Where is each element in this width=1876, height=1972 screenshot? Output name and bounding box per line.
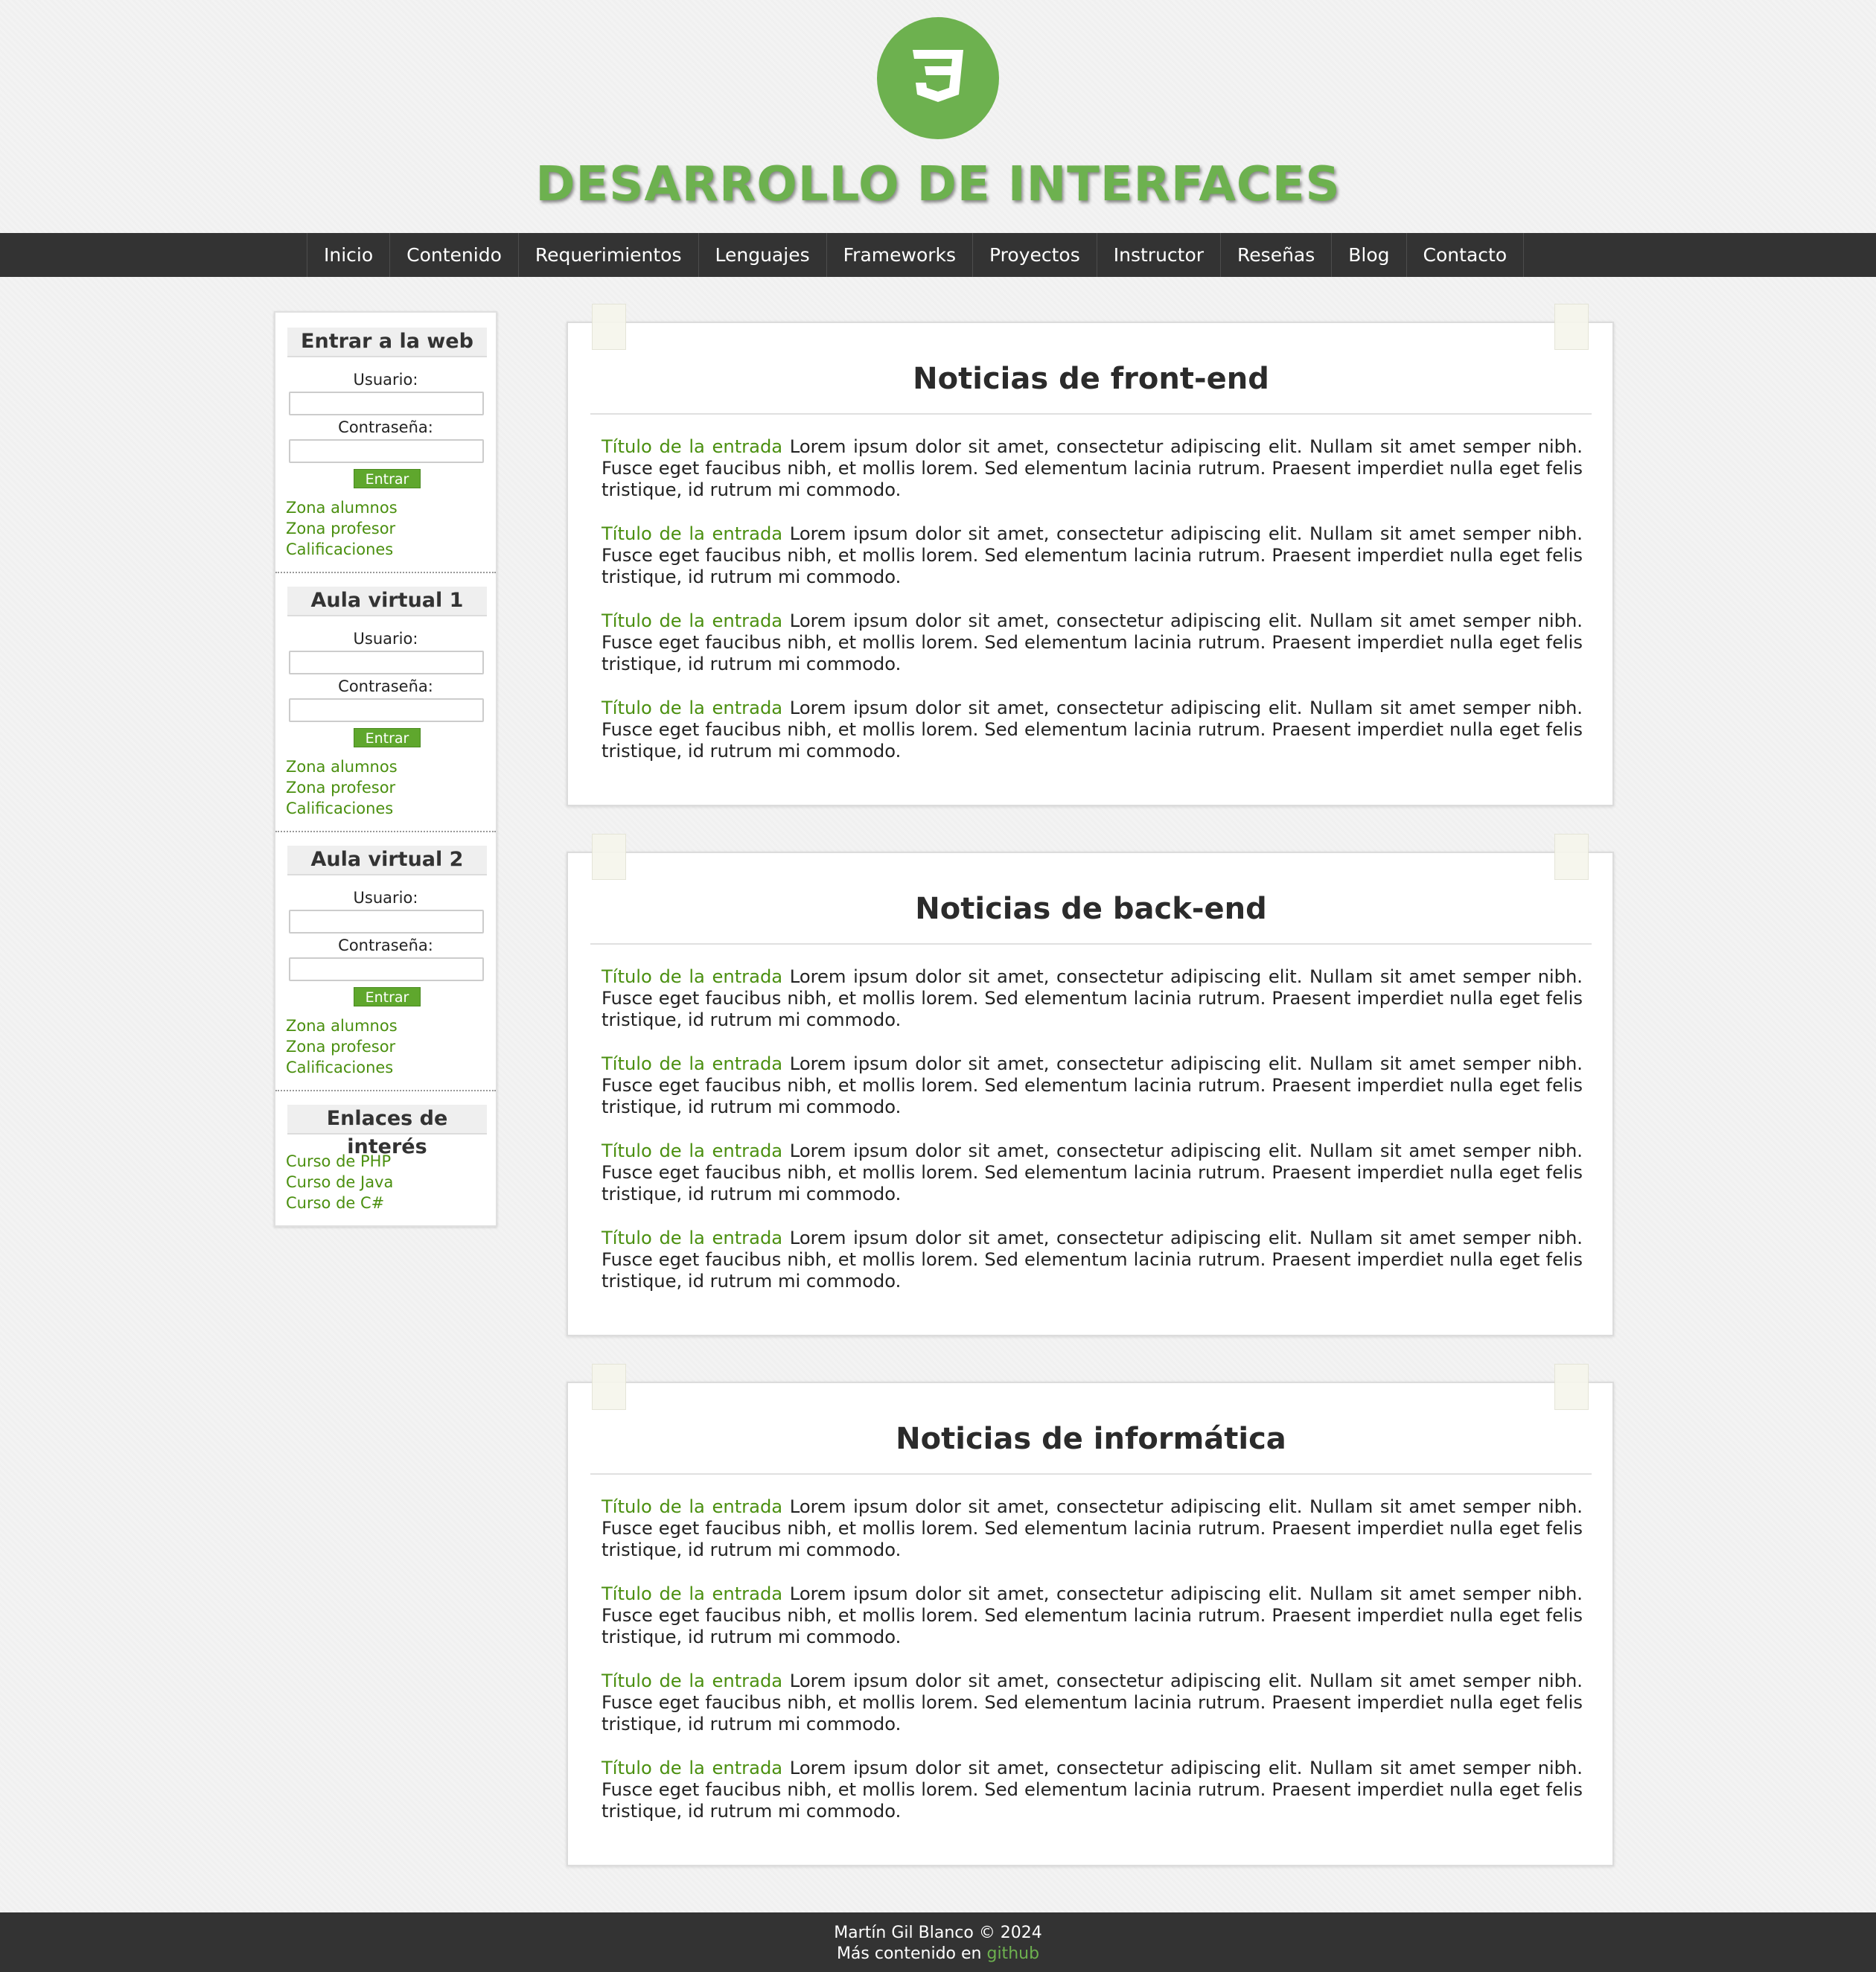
- news-entry: Título de la entrada Lorem ipsum dolor s…: [602, 1583, 1583, 1648]
- entry-title-link[interactable]: Título de la entrada: [602, 966, 782, 987]
- news-card-informatica: Noticias de informática Título de la ent…: [567, 1364, 1614, 1866]
- login-block-title: Aula virtual 2: [287, 846, 487, 875]
- password-input[interactable]: [289, 439, 484, 463]
- user-label: Usuario:: [353, 630, 418, 648]
- nav-item-requerimientos[interactable]: Requerimientos: [519, 233, 699, 277]
- entry-title-link[interactable]: Título de la entrada: [602, 1583, 782, 1604]
- tape-decoration: [1554, 834, 1589, 880]
- password-label: Contraseña:: [338, 418, 433, 436]
- github-link[interactable]: github: [986, 1944, 1039, 1963]
- link-curso-php[interactable]: Curso de PHP: [286, 1152, 391, 1170]
- tape-decoration: [592, 1364, 626, 1410]
- nav-list: Inicio Contenido Requerimientos Lenguaje…: [307, 233, 1525, 277]
- link-zona-profesor[interactable]: Zona profesor: [286, 1038, 395, 1056]
- footer-more-text: Más contenido en: [836, 1944, 987, 1963]
- user-input[interactable]: [289, 392, 484, 415]
- tape-decoration: [1554, 1364, 1589, 1410]
- sidebar: Entrar a la web Usuario: Contraseña: Ent…: [274, 311, 497, 1227]
- link-curso-java[interactable]: Curso de Java: [286, 1173, 393, 1191]
- links-block-title: Enlaces de interés: [287, 1105, 487, 1158]
- login-block-title: Aula virtual 1: [287, 587, 487, 616]
- site-header: DESARROLLO DE INTERFACES: [0, 0, 1876, 233]
- user-input[interactable]: [289, 910, 484, 934]
- news-entry: Título de la entrada Lorem ipsum dolor s…: [602, 1758, 1583, 1822]
- news-entry: Título de la entrada Lorem ipsum dolor s…: [602, 1140, 1583, 1205]
- news-entry: Título de la entrada Lorem ipsum dolor s…: [602, 610, 1583, 675]
- css3-shield-icon: [913, 50, 963, 102]
- link-calificaciones[interactable]: Calificaciones: [286, 540, 393, 558]
- card-divider: [590, 943, 1592, 945]
- user-input[interactable]: [289, 651, 484, 674]
- nav-item-proyectos[interactable]: Proyectos: [973, 233, 1097, 277]
- entry-title-link[interactable]: Título de la entrada: [602, 1228, 782, 1248]
- link-calificaciones[interactable]: Calificaciones: [286, 1059, 393, 1076]
- nav-item-instructor[interactable]: Instructor: [1097, 233, 1222, 277]
- nav-item-contacto[interactable]: Contacto: [1407, 233, 1525, 277]
- tape-decoration: [592, 834, 626, 880]
- card-divider: [590, 1473, 1592, 1475]
- main-nav: Inicio Contenido Requerimientos Lenguaje…: [0, 233, 1876, 277]
- user-label: Usuario:: [353, 371, 418, 389]
- links-block: Enlaces de interés Curso de PHP Curso de…: [275, 1090, 496, 1224]
- password-input[interactable]: [289, 698, 484, 722]
- enter-button[interactable]: Entrar: [354, 469, 421, 488]
- link-zona-alumnos[interactable]: Zona alumnos: [286, 1017, 398, 1035]
- entry-title-link[interactable]: Título de la entrada: [602, 436, 782, 457]
- card-title: Noticias de informática: [896, 1422, 1286, 1456]
- enter-button[interactable]: Entrar: [354, 728, 421, 747]
- entry-title-link[interactable]: Título de la entrada: [602, 698, 782, 718]
- news-entry: Título de la entrada Lorem ipsum dolor s…: [602, 1496, 1583, 1561]
- login-block-aula-1: Aula virtual 1 Usuario: Contraseña: Entr…: [275, 572, 496, 831]
- news-entry: Título de la entrada Lorem ipsum dolor s…: [602, 523, 1583, 588]
- entry-title-link[interactable]: Título de la entrada: [602, 610, 782, 631]
- tape-decoration: [592, 304, 626, 350]
- nav-item-frameworks[interactable]: Frameworks: [827, 233, 974, 277]
- entry-title-link[interactable]: Título de la entrada: [602, 523, 782, 544]
- news-card-back-end: Noticias de back-end Título de la entrad…: [567, 834, 1614, 1336]
- link-zona-profesor[interactable]: Zona profesor: [286, 520, 395, 537]
- password-label: Contraseña:: [338, 677, 433, 695]
- enter-button[interactable]: Entrar: [354, 987, 421, 1006]
- news-entry: Título de la entrada Lorem ipsum dolor s…: [602, 1228, 1583, 1292]
- nav-item-lenguajes[interactable]: Lenguajes: [699, 233, 827, 277]
- news-entry: Título de la entrada Lorem ipsum dolor s…: [602, 436, 1583, 501]
- link-zona-alumnos[interactable]: Zona alumnos: [286, 499, 398, 517]
- news-entry: Título de la entrada Lorem ipsum dolor s…: [602, 966, 1583, 1031]
- nav-item-inicio[interactable]: Inicio: [307, 233, 391, 277]
- footer-more-content: Más contenido en github: [0, 1944, 1876, 1963]
- footer-copyright: Martín Gil Blanco © 2024: [834, 1924, 1042, 1942]
- link-zona-profesor[interactable]: Zona profesor: [286, 779, 395, 797]
- card-title: Noticias de front-end: [913, 362, 1269, 396]
- nav-item-blog[interactable]: Blog: [1332, 233, 1407, 277]
- user-label: Usuario:: [353, 889, 418, 907]
- entry-title-link[interactable]: Título de la entrada: [602, 1053, 782, 1074]
- entry-title-link[interactable]: Título de la entrada: [602, 1671, 782, 1691]
- news-card-front-end: Noticias de front-end Título de la entra…: [567, 304, 1614, 806]
- news-entry: Título de la entrada Lorem ipsum dolor s…: [602, 1671, 1583, 1735]
- entry-title-link[interactable]: Título de la entrada: [602, 1758, 782, 1778]
- login-block-aula-2: Aula virtual 2 Usuario: Contraseña: Entr…: [275, 831, 496, 1090]
- tape-decoration: [1554, 304, 1589, 350]
- entry-title-link[interactable]: Título de la entrada: [602, 1140, 782, 1161]
- link-calificaciones[interactable]: Calificaciones: [286, 800, 393, 817]
- link-zona-alumnos[interactable]: Zona alumnos: [286, 758, 398, 776]
- news-entry: Título de la entrada Lorem ipsum dolor s…: [602, 698, 1583, 762]
- link-curso-csharp[interactable]: Curso de C#: [286, 1194, 384, 1212]
- site-footer: Martín Gil Blanco © 2024 Más contenido e…: [0, 1912, 1876, 1972]
- nav-item-contenido[interactable]: Contenido: [390, 233, 519, 277]
- site-title: DESARROLLO DE INTERFACES: [535, 157, 1341, 212]
- login-block-web: Entrar a la web Usuario: Contraseña: Ent…: [275, 313, 496, 572]
- card-divider: [590, 413, 1592, 415]
- css3-logo-icon[interactable]: [877, 17, 999, 139]
- news-entry: Título de la entrada Lorem ipsum dolor s…: [602, 1053, 1583, 1118]
- password-input[interactable]: [289, 957, 484, 981]
- login-block-title: Entrar a la web: [287, 328, 487, 357]
- password-label: Contraseña:: [338, 936, 433, 954]
- nav-item-resenas[interactable]: Reseñas: [1221, 233, 1333, 277]
- card-title: Noticias de back-end: [915, 892, 1267, 926]
- entry-title-link[interactable]: Título de la entrada: [602, 1496, 782, 1517]
